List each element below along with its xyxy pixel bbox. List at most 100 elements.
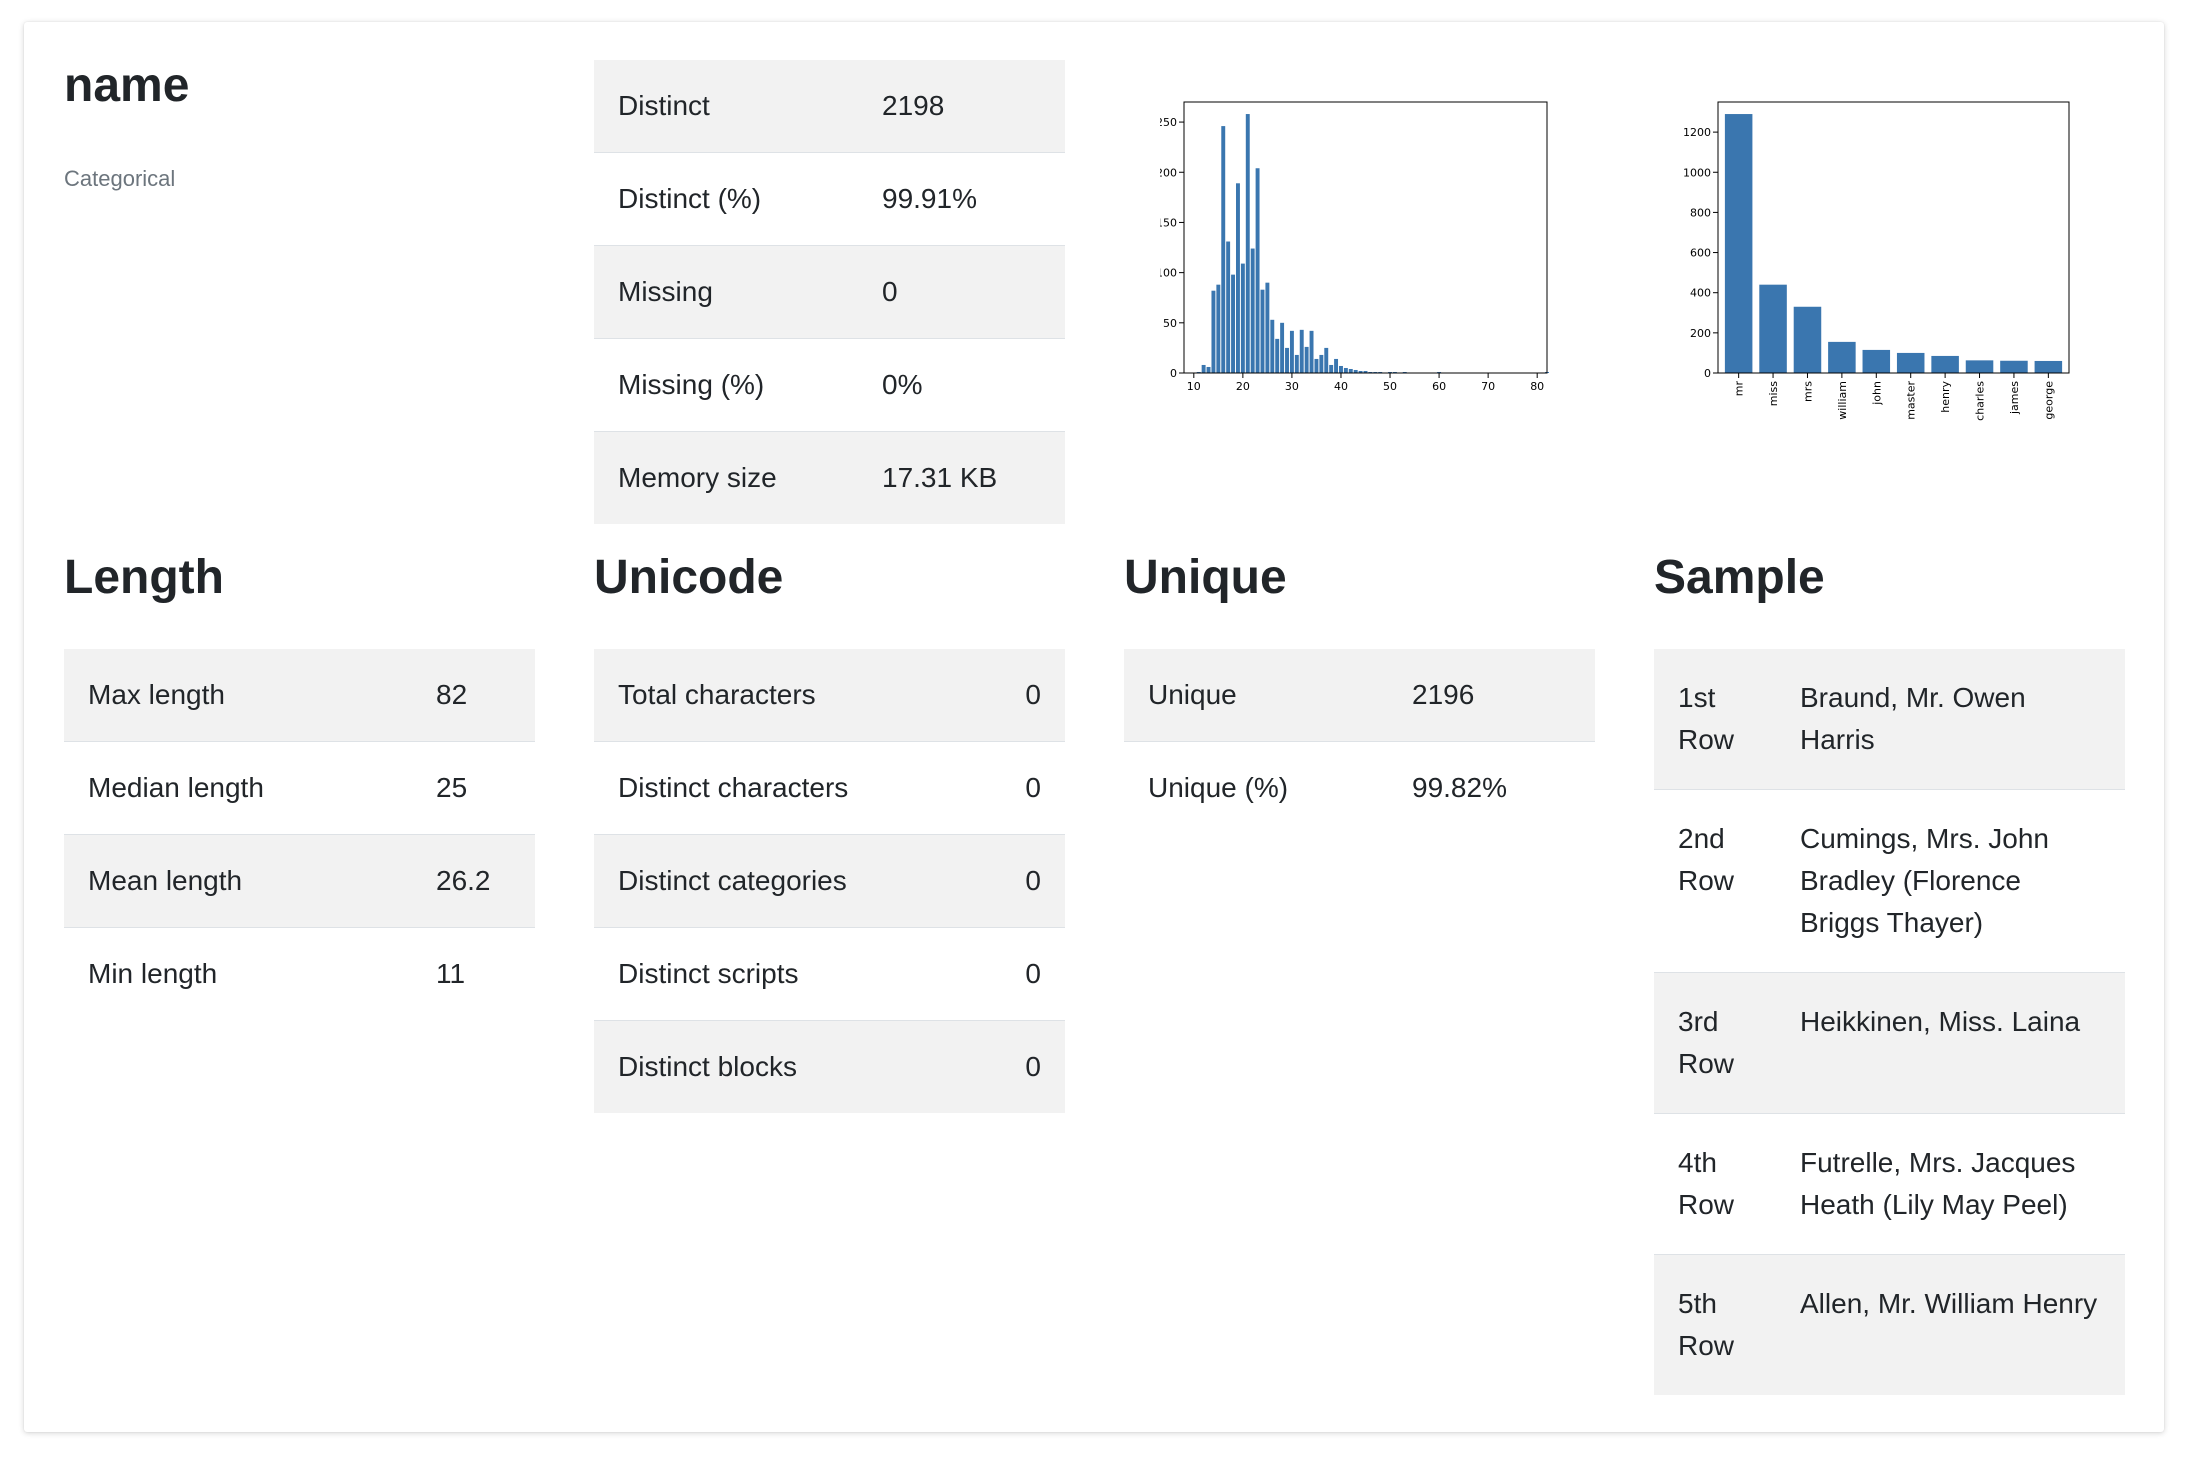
stat-value: 11 — [412, 927, 535, 1020]
table-row: Unique 2196 — [1124, 649, 1595, 742]
x-tick-label: charles — [1974, 381, 1987, 421]
stat-value: 0 — [1001, 1020, 1065, 1113]
x-tick-label: john — [1870, 381, 1883, 406]
x-tick-label: 70 — [1481, 380, 1495, 393]
stat-label: Memory size — [594, 431, 858, 524]
stat-value: 0% — [858, 338, 1065, 432]
frequency-bar — [1724, 114, 1753, 374]
table-row: Memory size 17.31 KB — [594, 431, 1065, 524]
y-tick-label: 200 — [1690, 327, 1711, 340]
histogram-bar — [1206, 366, 1211, 373]
unicode-table: Total characters 0 Distinct characters 0 D… — [594, 649, 1065, 1113]
stat-label: Distinct blocks — [594, 1020, 1002, 1113]
histogram-bar — [1339, 365, 1343, 373]
variable-name: name — [64, 59, 190, 112]
stat-label: Unique (%) — [1124, 741, 1388, 834]
histogram-bar — [1240, 263, 1245, 373]
histogram-bar — [1270, 319, 1275, 373]
sample-row-value: Futrelle, Mrs. Jacques Heath (Lily May P… — [1776, 1113, 2125, 1255]
histogram-bar — [1309, 330, 1314, 373]
stat-value: 99.91% — [858, 152, 1065, 246]
table-row: 5th Row Allen, Mr. William Henry — [1654, 1254, 2125, 1395]
y-tick-label: 600 — [1690, 247, 1711, 260]
frequency-bar — [2000, 360, 2028, 373]
frequency-bar — [1931, 355, 1959, 373]
stat-label: Min length — [64, 927, 412, 1020]
histogram-bar — [1285, 347, 1289, 373]
stat-label: Distinct — [594, 60, 858, 153]
stat-value: 2198 — [858, 60, 1065, 153]
table-row: Distinct 2198 — [594, 60, 1065, 153]
histogram-bar — [1319, 354, 1324, 373]
table-row: Max length 82 — [64, 649, 535, 742]
histogram-bar — [1275, 338, 1280, 373]
stat-value: 26.2 — [412, 834, 535, 928]
stat-value: 0 — [858, 245, 1065, 339]
stat-label: Distinct characters — [594, 741, 1002, 835]
x-tick-label: 30 — [1285, 380, 1299, 393]
histogram-bar — [1334, 358, 1339, 373]
histogram-bar — [1329, 364, 1334, 373]
length-histogram-svg: 10 20 30 40 50 60 70 80 0 50 100 150 200 250 — [1160, 101, 1549, 393]
x-tick-label: 10 — [1187, 380, 1201, 393]
histogram-bar — [1304, 346, 1309, 373]
stat-value: 2196 — [1388, 649, 1595, 742]
y-tick-label: 1000 — [1683, 166, 1711, 179]
table-row: Mean length 26.2 — [64, 834, 535, 928]
x-tick-label: 40 — [1334, 380, 1348, 393]
stat-label: Distinct categories — [594, 834, 1002, 928]
x-tick-label: mr — [1733, 381, 1746, 397]
table-row: Distinct (%) 99.91% — [594, 152, 1065, 246]
table-row: Min length 11 — [64, 927, 535, 1020]
length-table: Max length 82 Median length 25 Mean length… — [64, 649, 535, 1020]
frequency-bar — [1759, 284, 1787, 373]
x-tick-label: miss — [1767, 381, 1780, 407]
table-row: 3rd Row Heikkinen, Miss. Laina — [1654, 972, 2125, 1114]
histogram-bar — [1348, 368, 1353, 373]
sample-row-label: 2nd Row — [1654, 789, 1776, 973]
frequency-bar — [1828, 341, 1856, 373]
histogram-bar — [1260, 289, 1265, 373]
stat-label: Distinct scripts — [594, 927, 1002, 1021]
length-section-title: Length — [64, 551, 224, 604]
x-tick-label: 20 — [1236, 380, 1250, 393]
histogram-bar — [1280, 322, 1285, 373]
x-tick-label: mrs — [1801, 381, 1814, 402]
unicode-section-title: Unicode — [594, 551, 784, 604]
stat-label: Distinct (%) — [594, 152, 858, 246]
sample-row-value: Cumings, Mrs. John Bradley (Florence Bri… — [1776, 789, 2125, 973]
table-row: Distinct blocks 0 — [594, 1020, 1065, 1113]
y-tick-label: 250 — [1160, 116, 1177, 129]
frequency-bar — [1965, 360, 1994, 373]
histogram-bar — [1289, 330, 1294, 373]
table-row: Unique (%) 99.82% — [1124, 741, 1595, 834]
stat-label: Unique — [1124, 649, 1388, 742]
table-row: 4th Row Futrelle, Mrs. Jacques Heath (Lil… — [1654, 1113, 2125, 1255]
x-tick-label: master — [1905, 381, 1918, 420]
stat-label: Max length — [64, 649, 412, 742]
histogram-bar — [1235, 183, 1240, 373]
table-row: 2nd Row Cumings, Mrs. John Bradley (Flore… — [1654, 789, 2125, 973]
frequency-bar — [1793, 306, 1822, 373]
histogram-bar — [1255, 168, 1260, 373]
histogram-bar — [1314, 358, 1319, 373]
histogram-bar — [1299, 329, 1304, 373]
table-row: Distinct characters 0 — [594, 741, 1065, 835]
y-tick-label: 0 — [1170, 367, 1177, 380]
sample-section-title: Sample — [1654, 551, 1825, 604]
stat-label: Total characters — [594, 649, 1002, 742]
stat-label: Median length — [64, 741, 412, 835]
histogram-bar — [1216, 284, 1221, 373]
x-tick-label: 60 — [1432, 380, 1446, 393]
variable-type: Categorical — [64, 166, 176, 191]
sample-row-label: 1st Row — [1654, 649, 1776, 790]
sample-row-label: 3rd Row — [1654, 972, 1776, 1114]
table-row: Distinct scripts 0 — [594, 927, 1065, 1021]
table-row: Total characters 0 — [594, 649, 1065, 742]
frequency-bar — [2034, 360, 2063, 373]
x-tick-label: 50 — [1383, 380, 1397, 393]
y-tick-label: 150 — [1160, 216, 1177, 229]
stat-value: 25 — [412, 741, 535, 835]
stat-value: 99.82% — [1388, 741, 1595, 834]
histogram-bar — [1211, 290, 1216, 373]
